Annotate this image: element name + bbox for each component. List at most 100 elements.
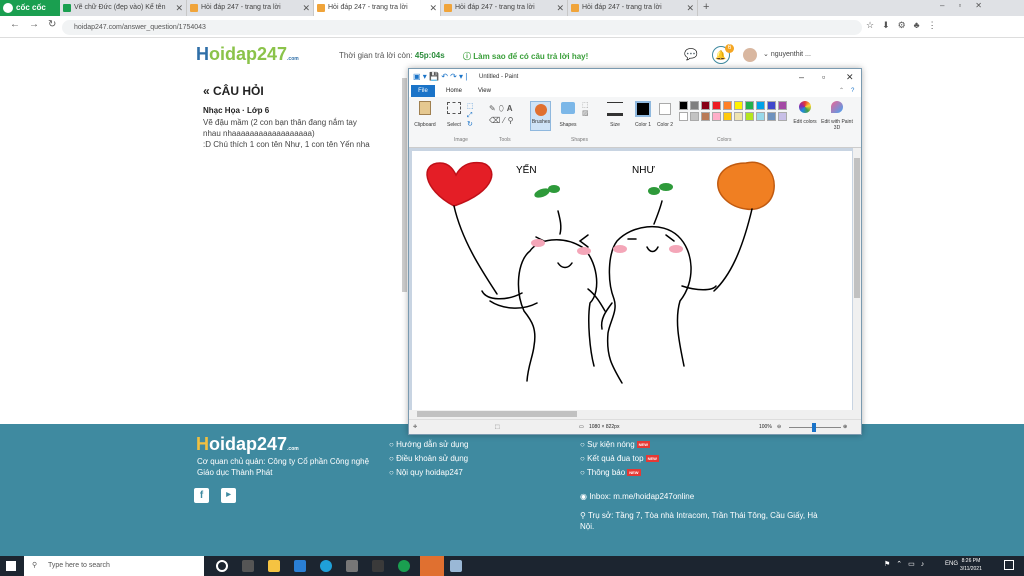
palette-swatch[interactable] bbox=[701, 112, 710, 121]
palette-swatch[interactable] bbox=[723, 101, 732, 110]
palette-swatch[interactable] bbox=[778, 101, 787, 110]
tools-icons[interactable]: ✎⬯A ⌫⁄⚲ bbox=[489, 103, 517, 127]
start-button-icon[interactable] bbox=[6, 561, 16, 571]
close-icon[interactable]: ✕ bbox=[429, 0, 437, 16]
close-icon[interactable]: ✕ bbox=[556, 0, 564, 16]
close-icon[interactable]: ✕ bbox=[302, 0, 310, 16]
forward-icon[interactable]: → bbox=[29, 19, 39, 30]
zoom-in-icon[interactable]: ⊕ bbox=[843, 420, 847, 435]
palette-swatch[interactable] bbox=[767, 112, 776, 121]
help-icon[interactable]: ? bbox=[851, 85, 854, 97]
youtube-icon[interactable]: ▶ bbox=[221, 488, 236, 503]
new-tab-button[interactable]: + bbox=[703, 1, 709, 13]
palette-swatch[interactable] bbox=[679, 112, 688, 121]
zoom-out-icon[interactable]: ⊖ bbox=[777, 420, 781, 435]
select-icon[interactable] bbox=[447, 102, 461, 114]
menu-file[interactable]: File bbox=[411, 85, 435, 97]
tab-5[interactable]: Hỏi đáp 247 - trang tra lời ✕ bbox=[568, 0, 698, 16]
paint-title-bar[interactable]: ▣ ▾ 💾 ↶ ↷ ▾ | Untitled - Paint – ▫ ✕ bbox=[409, 69, 861, 85]
window-controls[interactable]: –▫✕ bbox=[940, 1, 996, 10]
footer-link-top[interactable]: ○ Kết quả đua top NEW bbox=[580, 454, 659, 463]
back-icon[interactable]: ← bbox=[10, 19, 20, 30]
palette-swatch[interactable] bbox=[679, 101, 688, 110]
paint-taskbar-icon[interactable] bbox=[450, 560, 462, 572]
footer-logo[interactable]: Hoidap247.com bbox=[196, 434, 299, 455]
tab-4[interactable]: Hỏi đáp 247 - trang tra lời ✕ bbox=[441, 0, 568, 16]
color1-swatch[interactable] bbox=[635, 101, 651, 117]
file-explorer-icon[interactable] bbox=[268, 560, 280, 572]
site-logo[interactable]: Hoidap247.com bbox=[196, 44, 299, 65]
palette-swatch[interactable] bbox=[745, 101, 754, 110]
outline-fill-icons[interactable]: ⬚ ▨ bbox=[582, 101, 589, 117]
reload-icon[interactable]: ↻ bbox=[48, 19, 56, 30]
footer-link-terms[interactable]: ○ Điều khoản sử dụng bbox=[389, 454, 468, 463]
palette-swatch[interactable] bbox=[734, 112, 743, 121]
size-icon[interactable] bbox=[607, 102, 623, 116]
color2-swatch[interactable] bbox=[659, 103, 671, 115]
language-indicator[interactable]: ENG bbox=[945, 561, 958, 567]
question-scrollbar[interactable] bbox=[402, 78, 407, 292]
palette-swatch[interactable] bbox=[778, 112, 787, 121]
cortana-icon[interactable] bbox=[216, 560, 228, 572]
browser-brand-button[interactable]: cốc cốc bbox=[0, 0, 60, 16]
close-icon[interactable]: ✕ bbox=[846, 69, 854, 85]
footer-link-rules[interactable]: ○ Nội quy hoidap247 bbox=[389, 468, 463, 477]
paste-icon[interactable] bbox=[419, 101, 431, 115]
palette-swatch[interactable] bbox=[745, 112, 754, 121]
palette-swatch[interactable] bbox=[756, 112, 765, 121]
shapes-icon[interactable] bbox=[561, 102, 575, 114]
palette-swatch[interactable] bbox=[767, 101, 776, 110]
edge-icon[interactable] bbox=[320, 560, 332, 572]
app-icon[interactable] bbox=[372, 560, 384, 572]
tab-3-active[interactable]: Hỏi đáp 247 - trang tra lời ✕ bbox=[314, 0, 441, 16]
browser-toolbar-icons[interactable]: ☆⬇⚙♣⋮ bbox=[866, 20, 945, 31]
user-menu[interactable]: ⌄ nguyenthit ... bbox=[763, 50, 811, 58]
avatar[interactable] bbox=[743, 48, 757, 62]
store-icon[interactable] bbox=[346, 560, 358, 572]
tab-2[interactable]: Hỏi đáp 247 - trang tra lời ✕ bbox=[187, 0, 314, 16]
image-tools-icons[interactable]: ⬚ ⤢ ↻ bbox=[467, 102, 474, 129]
palette-swatch[interactable] bbox=[756, 101, 765, 110]
brushes-button[interactable]: Brushes bbox=[530, 101, 551, 131]
mail-icon[interactable] bbox=[294, 560, 306, 572]
footer-link-events[interactable]: ○ Sự kiện nóng NEW bbox=[580, 440, 651, 449]
task-view-icon[interactable] bbox=[242, 560, 254, 572]
tab-1[interactable]: Vẽ chữ Đức (đẹp vào) Kể tên ✕ bbox=[60, 0, 187, 16]
palette-swatch[interactable] bbox=[690, 112, 699, 121]
edit-colors-icon[interactable] bbox=[799, 101, 811, 113]
minimize-icon[interactable]: – bbox=[799, 69, 804, 85]
close-icon[interactable]: ✕ bbox=[686, 0, 694, 16]
horizontal-scrollbar[interactable] bbox=[409, 410, 853, 418]
palette-swatch[interactable] bbox=[701, 101, 710, 110]
paint3d-icon[interactable] bbox=[831, 101, 843, 113]
help-link[interactable]: ⓘ Làm sao để có câu trả lời hay! bbox=[463, 51, 588, 62]
zoom-slider-thumb[interactable] bbox=[812, 423, 816, 432]
taskbar-clock[interactable]: 8:26 PM 3/11/2021 bbox=[960, 557, 982, 573]
footer-link-guide[interactable]: ○ Hướng dẫn sử dụng bbox=[389, 440, 469, 449]
palette-swatch[interactable] bbox=[712, 112, 721, 121]
chat-icon[interactable]: 💬 bbox=[684, 48, 698, 61]
close-icon[interactable]: ✕ bbox=[175, 0, 183, 16]
coccoc-taskbar-icon[interactable] bbox=[398, 560, 410, 572]
taskbar-search[interactable]: ⚲ Type here to search bbox=[24, 556, 204, 576]
notification-center-icon[interactable] bbox=[1004, 560, 1014, 570]
palette-swatch[interactable] bbox=[734, 101, 743, 110]
paint-quick-access-icons[interactable]: ▣ ▾ 💾 ↶ ↷ ▾ | bbox=[413, 69, 467, 85]
edit-paint3d-label[interactable]: Edit with Paint 3D bbox=[819, 119, 855, 131]
maximize-icon[interactable]: ▫ bbox=[822, 69, 825, 85]
footer-link-notice[interactable]: ○ Thông báo NEW bbox=[580, 468, 641, 477]
palette-swatch[interactable] bbox=[712, 101, 721, 110]
menu-view[interactable]: View bbox=[478, 85, 491, 97]
palette-swatch[interactable] bbox=[723, 112, 732, 121]
edit-colors-label[interactable]: Edit colors bbox=[793, 119, 817, 125]
footer-inbox[interactable]: ◉ Inbox: m.me/hoidap247online bbox=[580, 492, 694, 501]
facebook-icon[interactable]: f bbox=[194, 488, 209, 503]
ribbon-collapse-icon[interactable]: ⌃ bbox=[839, 85, 844, 97]
vertical-scrollbar[interactable] bbox=[853, 148, 861, 411]
shield-app-icon[interactable] bbox=[420, 556, 444, 576]
system-tray-icons[interactable]: ⚑⌃▭♪ bbox=[884, 560, 930, 568]
paint-window[interactable]: ▣ ▾ 💾 ↶ ↷ ▾ | Untitled - Paint – ▫ ✕ Fil… bbox=[408, 68, 862, 435]
url-field[interactable]: hoidap247.com/answer_question/1754043 bbox=[62, 20, 862, 35]
palette-swatch[interactable] bbox=[690, 101, 699, 110]
drawing-canvas[interactable]: YẾN NHƯ bbox=[412, 151, 852, 410]
